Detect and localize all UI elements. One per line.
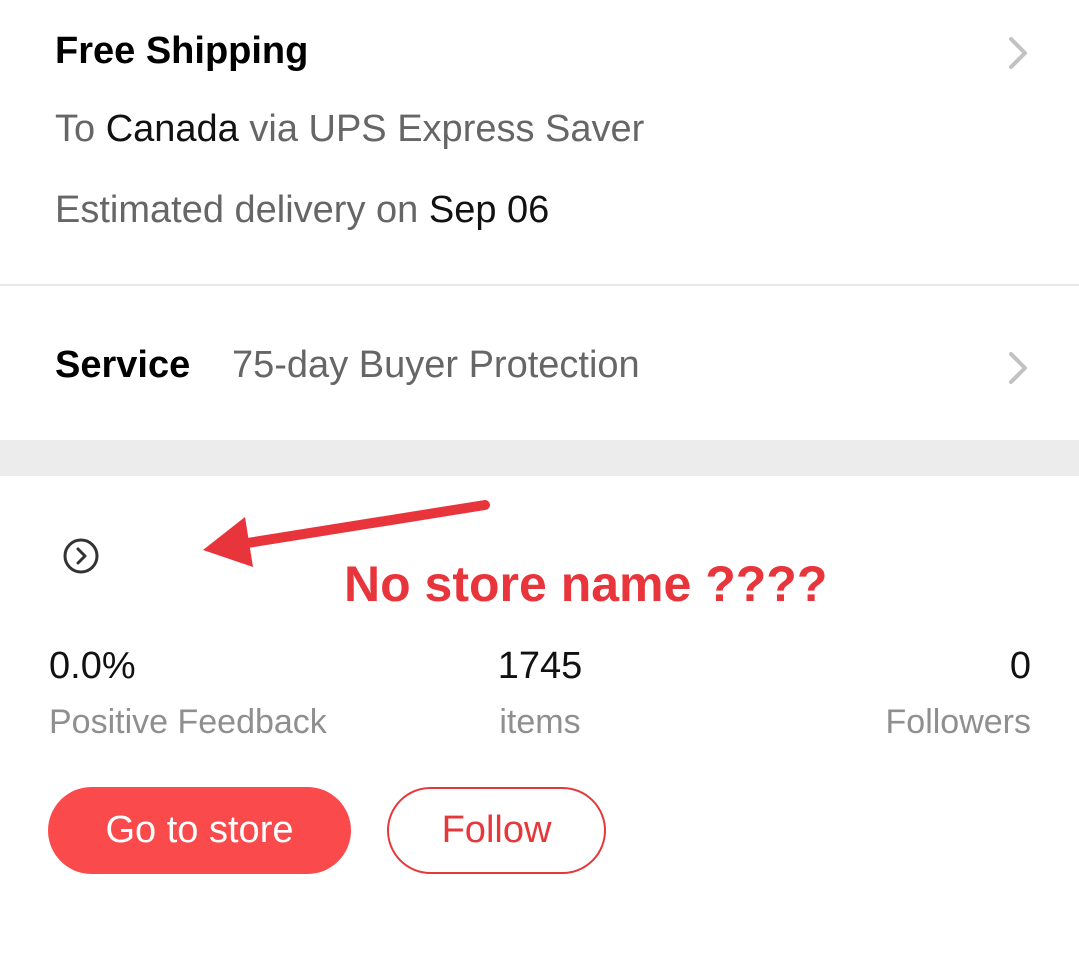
go-to-store-button[interactable]: Go to store [48,787,351,874]
shipping-delivery-line: Estimated delivery on Sep 06 [55,187,549,233]
follow-button[interactable]: Follow [387,787,606,874]
stat-items: 1745 items [440,644,640,742]
service-value: 75-day Buyer Protection [232,344,640,386]
product-detail-page: Free Shipping To Canada via UPS Express … [0,0,1079,973]
items-label: items [499,703,581,741]
circle-chevron-right-icon[interactable] [62,537,100,575]
shipping-method: via UPS Express Saver [238,108,645,150]
chevron-right-icon [1000,33,1034,73]
stat-positive-feedback: 0.0% Positive Feedback [49,644,327,742]
chevron-right-icon [1000,348,1034,388]
shipping-destination: Canada [105,108,239,150]
shipping-title: Free Shipping [55,30,309,72]
stat-followers: 0 Followers [886,644,1031,742]
shipping-destination-line: To Canada via UPS Express Saver [55,106,644,152]
service-row[interactable]: Service 75-day Buyer Protection [0,286,1079,440]
section-separator-band [0,440,1079,476]
delivery-prefix: Estimated delivery on [55,189,429,231]
items-value: 1745 [497,645,583,687]
followers-value: 0 [1009,645,1031,687]
followers-label: Followers [885,703,1031,741]
annotation-text: No store name ???? [344,556,828,612]
service-label: Service [55,344,191,386]
shipping-row[interactable]: Free Shipping To Canada via UPS Express … [0,0,1079,286]
delivery-date: Sep 06 [428,189,550,231]
feedback-value: 0.0% [49,645,136,687]
feedback-label: Positive Feedback [49,703,327,741]
shipping-to-prefix: To [55,108,106,150]
